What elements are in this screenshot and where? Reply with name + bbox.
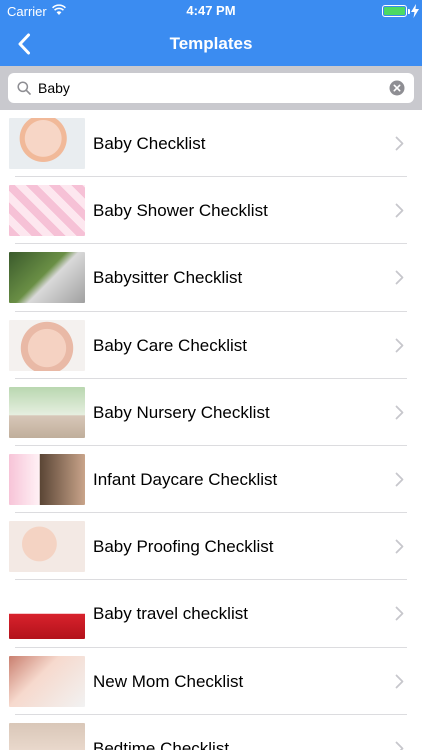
list-item[interactable]: Infant Daycare Checklist — [0, 446, 422, 514]
search-box[interactable] — [8, 73, 414, 103]
list-item[interactable]: New Mom Checklist — [0, 648, 422, 715]
list-item[interactable]: Baby Care Checklist — [0, 312, 422, 379]
template-thumbnail — [9, 118, 85, 169]
template-thumbnail — [9, 521, 85, 573]
charging-icon — [411, 4, 419, 18]
chevron-right-icon — [395, 338, 404, 352]
battery-icon — [382, 5, 407, 17]
chevron-right-icon — [395, 606, 404, 621]
list-item[interactable]: Babysitter Checklist — [0, 244, 422, 312]
chevron-right-icon — [395, 741, 404, 750]
template-thumbnail — [9, 453, 85, 505]
clear-search-icon[interactable] — [389, 80, 405, 96]
template-label: Baby Shower Checklist — [93, 201, 268, 221]
template-thumbnail — [9, 185, 85, 237]
template-label: Baby Care Checklist — [93, 335, 248, 355]
nav-bar: Templates — [0, 22, 422, 66]
template-label: Bedtime Checklist — [93, 738, 230, 750]
template-thumbnail — [9, 655, 85, 707]
battery-fill — [384, 7, 405, 15]
status-bar: Carrier 4:47 PM — [0, 0, 422, 22]
chevron-right-icon — [395, 539, 404, 554]
template-label: Baby Nursery Checklist — [93, 402, 270, 422]
template-thumbnail — [9, 386, 85, 438]
list-item[interactable]: Baby Proofing Checklist — [0, 513, 422, 581]
chevron-left-icon — [18, 33, 30, 55]
template-thumbnail — [9, 319, 85, 371]
chevron-right-icon — [395, 203, 404, 218]
chevron-right-icon — [395, 136, 404, 151]
list-item[interactable]: Bedtime Checklist — [0, 715, 422, 750]
template-thumbnail — [9, 588, 85, 640]
chevron-right-icon — [395, 674, 404, 688]
battery-tip — [408, 9, 410, 14]
template-label: Baby Proofing Checklist — [93, 537, 274, 557]
template-list: Baby Checklist Baby Shower Checklist Bab… — [0, 110, 422, 750]
list-item[interactable]: Baby Shower Checklist — [0, 177, 422, 245]
header: Carrier 4:47 PM Templates — [0, 0, 422, 66]
list-item[interactable]: Baby Nursery Checklist — [0, 379, 422, 446]
chevron-right-icon — [395, 405, 404, 420]
chevron-right-icon — [395, 270, 404, 285]
template-thumbnail — [9, 722, 85, 750]
status-time: 4:47 PM — [186, 3, 236, 18]
page-title: Templates — [169, 34, 253, 53]
back-button[interactable] — [6, 26, 42, 62]
search-bar — [0, 66, 422, 110]
template-label: New Mom Checklist — [93, 671, 244, 691]
list-item[interactable]: Baby travel checklist — [0, 580, 422, 648]
search-input[interactable] — [38, 73, 388, 103]
template-label: Babysitter Checklist — [93, 268, 243, 288]
template-label: Baby Checklist — [93, 134, 206, 153]
template-label: Baby travel checklist — [93, 604, 248, 624]
chevron-right-icon — [395, 472, 404, 487]
template-thumbnail — [9, 252, 85, 304]
template-label: Infant Daycare Checklist — [93, 469, 278, 489]
list-item[interactable]: Baby Checklist — [0, 110, 422, 178]
search-icon — [17, 81, 31, 95]
